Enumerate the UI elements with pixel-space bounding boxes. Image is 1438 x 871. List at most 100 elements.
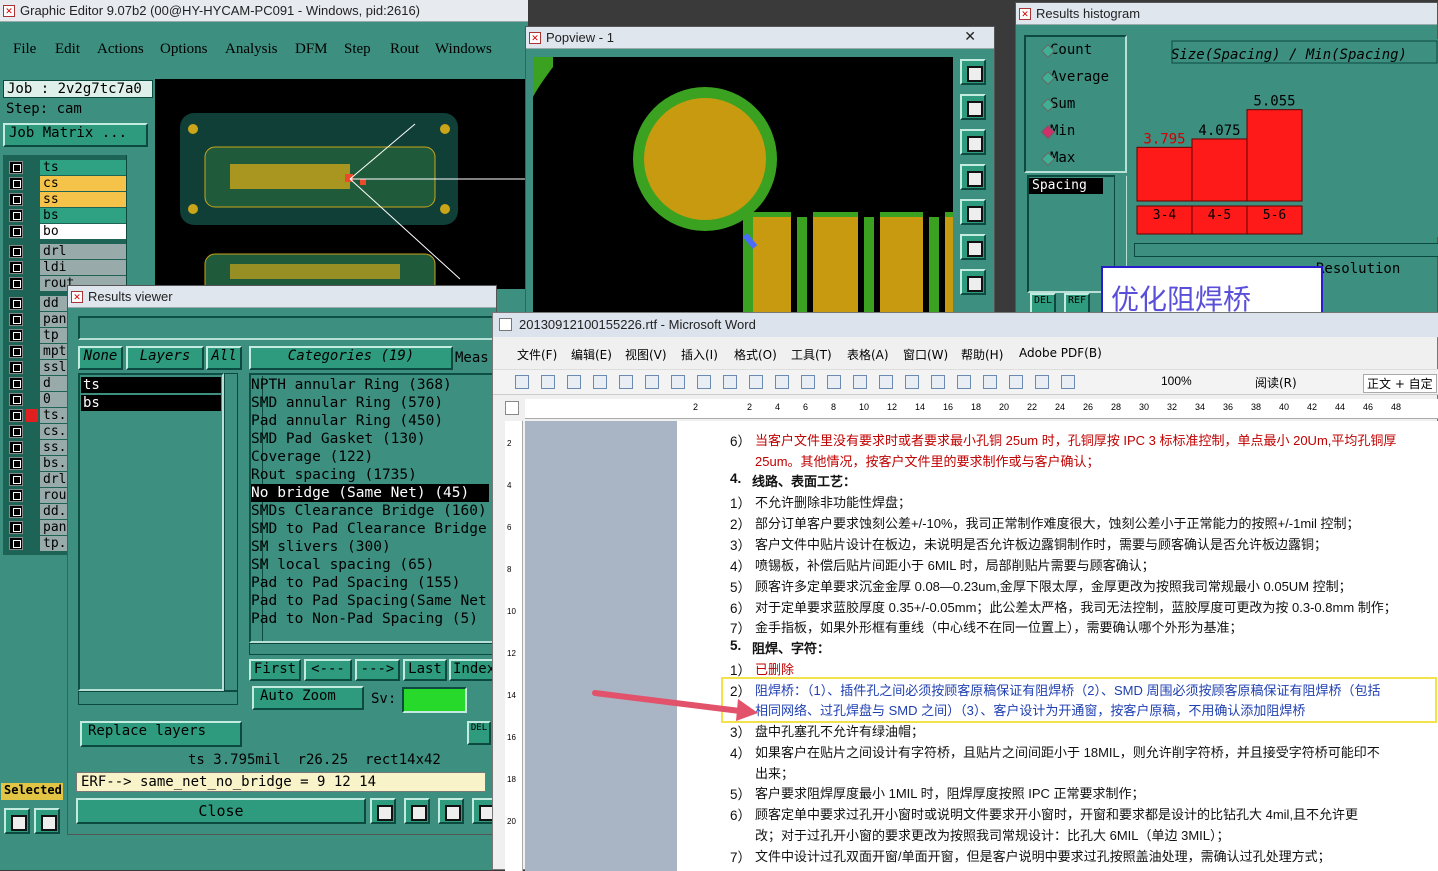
- toolbar-icon[interactable]: [645, 375, 659, 389]
- toolbar-icon[interactable]: [619, 375, 633, 389]
- word-menu-file[interactable]: 文件(F): [517, 346, 557, 363]
- layer-checkbox[interactable]: [9, 261, 23, 274]
- replace-layers-button[interactable]: Replace layers: [80, 721, 242, 747]
- toolbar-icon[interactable]: [515, 375, 529, 389]
- menu-step[interactable]: Step: [344, 41, 371, 58]
- layer-checkbox[interactable]: [9, 425, 23, 438]
- menu-analysis[interactable]: Analysis: [225, 41, 278, 58]
- menu-edit[interactable]: Edit: [55, 41, 80, 58]
- nav-next[interactable]: --->: [355, 659, 400, 681]
- metric-spacing[interactable]: Spacing: [1029, 178, 1103, 194]
- measure-icon[interactable]: [34, 808, 60, 834]
- viewer-tool-icon-2[interactable]: [404, 798, 430, 824]
- toolbar-icon[interactable]: [957, 375, 971, 389]
- layer-checkbox[interactable]: [9, 473, 23, 486]
- none-button[interactable]: None: [78, 346, 123, 370]
- layer-checkbox[interactable]: [9, 161, 23, 174]
- nav-index[interactable]: Index: [449, 659, 498, 681]
- toolbar-icon[interactable]: [1009, 375, 1023, 389]
- popview-tool-icon-2[interactable]: [960, 94, 986, 120]
- layer-checkbox[interactable]: [9, 313, 23, 326]
- layer-list-vscroll[interactable]: [224, 373, 238, 691]
- toolbar-icon[interactable]: [827, 375, 841, 389]
- option-max[interactable]: Max: [1050, 150, 1075, 166]
- menu-file[interactable]: File: [13, 41, 36, 58]
- toolbar-icon[interactable]: [671, 375, 685, 389]
- layer-checkbox[interactable]: [9, 345, 23, 358]
- word-zoom[interactable]: 100%: [1161, 374, 1192, 388]
- layer-checkbox[interactable]: [9, 393, 23, 406]
- menu-dfm[interactable]: DFM: [295, 41, 328, 58]
- layer-checkbox[interactable]: [9, 409, 23, 422]
- category-item[interactable]: Coverage (122): [251, 448, 489, 466]
- popview-tool-icon-3[interactable]: [960, 129, 986, 155]
- word-menu-help[interactable]: 帮助(H): [961, 346, 1003, 363]
- nav-prev[interactable]: <---: [304, 659, 352, 681]
- layer-checkbox[interactable]: [9, 377, 23, 390]
- layers-button[interactable]: Layers: [126, 346, 204, 370]
- word-menu-insert[interactable]: 插入(I): [681, 346, 718, 363]
- popview-tool-icon-5[interactable]: [960, 199, 986, 225]
- category-item[interactable]: Rout spacing (1735): [251, 466, 489, 484]
- menu-rout[interactable]: Rout: [390, 41, 419, 58]
- word-menu-table[interactable]: 表格(A): [847, 346, 889, 363]
- menu-windows[interactable]: Windows: [435, 41, 492, 58]
- toolbar-icon[interactable]: [749, 375, 763, 389]
- toolbar-icon[interactable]: [723, 375, 737, 389]
- layer-list-hscroll[interactable]: [78, 691, 238, 705]
- results-search-field[interactable]: [78, 316, 498, 340]
- toolbar-icon[interactable]: [931, 375, 945, 389]
- all-button[interactable]: All: [206, 346, 242, 370]
- toolbar-icon[interactable]: [567, 375, 581, 389]
- layer-checkbox[interactable]: [9, 209, 23, 222]
- word-read-mode[interactable]: 阅读(R): [1255, 374, 1297, 391]
- layer-checkbox[interactable]: [9, 457, 23, 470]
- category-item[interactable]: SM local spacing (65): [251, 556, 489, 574]
- category-item[interactable]: No bridge (Same Net) (45): [251, 484, 489, 502]
- word-menu-view[interactable]: 视图(V): [625, 346, 667, 363]
- category-item[interactable]: Pad to Pad Spacing (155): [251, 574, 489, 592]
- option-sum[interactable]: Sum: [1050, 96, 1075, 112]
- categories-header[interactable]: Categories (19): [249, 346, 453, 370]
- layer-checkbox[interactable]: [9, 245, 23, 258]
- popview-tool-icon-1[interactable]: [960, 59, 986, 85]
- popview-close-icon[interactable]: ✕: [964, 28, 976, 45]
- category-item[interactable]: Pad to Pad Spacing(Same Net: [251, 592, 489, 610]
- word-menu-adobe[interactable]: Adobe PDF(B): [1019, 346, 1102, 360]
- menu-actions[interactable]: Actions: [97, 41, 144, 58]
- toolbar-icon[interactable]: [1061, 375, 1075, 389]
- option-count[interactable]: Count: [1050, 42, 1092, 58]
- toolbar-icon[interactable]: [983, 375, 997, 389]
- layer-checkbox[interactable]: [9, 225, 23, 238]
- toolbar-icon[interactable]: [853, 375, 867, 389]
- zoom-fit-icon[interactable]: [4, 808, 30, 834]
- layer-checkbox[interactable]: [9, 441, 23, 454]
- selected-layer-bs[interactable]: bs: [81, 395, 221, 411]
- popview-tool-icon-4[interactable]: [960, 164, 986, 190]
- word-menu-edit[interactable]: 编辑(E): [571, 346, 612, 363]
- viewer-del-button[interactable]: DEL: [467, 721, 491, 745]
- popview-canvas[interactable]: [533, 57, 953, 327]
- option-average[interactable]: Average: [1050, 69, 1109, 85]
- word-menu-format[interactable]: 格式(O): [734, 346, 777, 363]
- option-min[interactable]: Min: [1050, 123, 1075, 139]
- pcb-canvas[interactable]: [155, 79, 525, 289]
- word-style-box[interactable]: 正文 + 自定: [1363, 374, 1437, 393]
- layer-checkbox[interactable]: [9, 361, 23, 374]
- auto-zoom-dropdown[interactable]: Auto Zoom: [252, 686, 364, 710]
- histogram-scroll[interactable]: [1134, 243, 1438, 257]
- layer-checkbox[interactable]: [9, 177, 23, 190]
- popview-tool-icon-6[interactable]: [960, 234, 986, 260]
- app-close-icon[interactable]: ✕: [3, 5, 15, 17]
- toolbar-icon[interactable]: [593, 375, 607, 389]
- selected-layer-ts[interactable]: ts: [81, 377, 221, 393]
- toolbar-icon[interactable]: [801, 375, 815, 389]
- layer-checkbox[interactable]: [9, 505, 23, 518]
- layer-checkbox[interactable]: [9, 277, 23, 290]
- layer-checkbox[interactable]: [9, 521, 23, 534]
- viewer-tool-icon-1[interactable]: [370, 798, 396, 824]
- menu-options[interactable]: Options: [160, 41, 208, 58]
- popview-tool-icon-7[interactable]: [960, 269, 986, 295]
- word-menu-tools[interactable]: 工具(T): [791, 346, 832, 363]
- close-button[interactable]: Close: [76, 798, 366, 824]
